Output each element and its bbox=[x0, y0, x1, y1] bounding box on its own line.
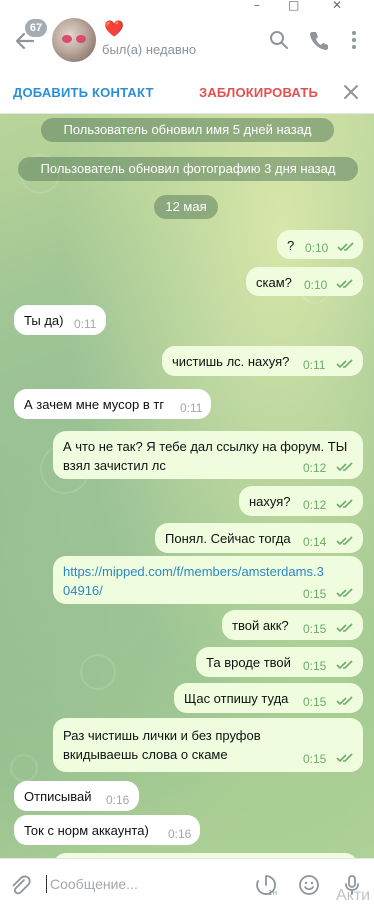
message-bubble-incoming[interactable]: Отписывай 0:16 bbox=[14, 781, 139, 811]
message-time: 0:15 bbox=[303, 587, 327, 601]
message-bubble-incoming[interactable]: А зачем мне мусор в тг 0:11 bbox=[14, 389, 211, 419]
message-text: Ты да) bbox=[24, 313, 64, 328]
minimize-button[interactable]: – bbox=[254, 0, 260, 12]
search-icon[interactable] bbox=[268, 29, 290, 51]
message-text: скам? bbox=[256, 275, 292, 290]
message-text: чистишь лс. нахуя? bbox=[172, 354, 290, 369]
message-time: 0:15 bbox=[303, 695, 327, 709]
message-time: 0:14 bbox=[303, 535, 327, 549]
maximize-button[interactable]: □ bbox=[288, 0, 299, 12]
wallpaper-doodle bbox=[10, 754, 38, 782]
message-time: 0:16 bbox=[106, 793, 130, 807]
message-bubble-outgoing[interactable]: нахуя? 0:12 bbox=[239, 486, 363, 516]
double-check-icon bbox=[336, 499, 353, 509]
message-time: 0:10 bbox=[304, 278, 328, 292]
message-text-line-1: А что не так? Я тебе дал ссылку на форум… bbox=[63, 439, 348, 454]
message-time: 0:10 bbox=[305, 241, 329, 255]
message-bubble-outgoing[interactable]: твой акк? 0:15 bbox=[222, 610, 363, 640]
message-bubble-outgoing[interactable]: Раз чистишь лички и без пруфов вкидываеш… bbox=[53, 718, 363, 772]
chat-area[interactable]: Пользователь обновил имя 5 дней назад По… bbox=[0, 114, 374, 858]
message-bubble-incoming[interactable]: Ток с норм аккаунта) 0:16 bbox=[14, 815, 200, 845]
double-check-icon bbox=[336, 588, 353, 598]
message-text: А зачем мне мусор в тг bbox=[24, 397, 165, 412]
message-time: 0:15 bbox=[303, 622, 327, 636]
message-bubble-outgoing[interactable]: Щас отпишу туда 0:15 bbox=[174, 683, 363, 713]
message-text: Отписывай bbox=[24, 789, 92, 804]
close-window-button[interactable]: ✕ bbox=[332, 0, 342, 12]
service-message-photo: Пользователь обновил фотографию 3 дня на… bbox=[18, 157, 358, 181]
message-bubble-outgoing[interactable]: Та вроде твой 0:15 bbox=[196, 647, 363, 677]
message-link[interactable]: https://mipped.com/f/members/amsterdams.… bbox=[63, 562, 353, 581]
text-caret bbox=[46, 875, 47, 893]
message-text: Понял. Сейчас тогда bbox=[165, 531, 291, 546]
block-button[interactable]: ЗАБЛОКИРОВАТЬ bbox=[199, 85, 318, 100]
chat-header: 67 ❤️ был(а) недавно bbox=[0, 14, 374, 70]
message-time: 0:11 bbox=[74, 317, 97, 331]
message-text: твой акк? bbox=[232, 618, 289, 633]
message-text: Ток с норм аккаунта) bbox=[24, 823, 149, 838]
double-check-icon bbox=[337, 242, 354, 252]
double-check-icon bbox=[336, 536, 353, 546]
contact-status: был(а) недавно bbox=[102, 42, 197, 57]
message-time: 0:15 bbox=[303, 659, 327, 673]
message-time: 0:12 bbox=[303, 461, 327, 475]
contact-action-bar: ДОБАВИТЬ КОНТАКТ ЗАБЛОКИРОВАТЬ bbox=[0, 70, 374, 114]
date-separator: 12 мая bbox=[154, 195, 218, 219]
double-check-icon bbox=[336, 623, 353, 633]
message-input-bar: Сообщение... 1н Акти bbox=[0, 858, 374, 910]
timer-icon[interactable]: 1н bbox=[254, 873, 278, 897]
avatar[interactable] bbox=[52, 18, 96, 62]
window-controls: – □ ✕ bbox=[0, 0, 374, 14]
message-text-line-1: Раз чистишь лички и без пруфов bbox=[63, 728, 261, 743]
message-text: Щас отпишу туда bbox=[184, 691, 289, 706]
message-time: 0:16 bbox=[168, 827, 192, 841]
activation-watermark: Акти bbox=[336, 887, 371, 904]
message-input[interactable]: Сообщение... bbox=[50, 876, 138, 892]
double-check-icon bbox=[336, 660, 353, 670]
add-contact-button[interactable]: ДОБАВИТЬ КОНТАКТ bbox=[13, 85, 154, 100]
double-check-icon bbox=[336, 359, 353, 369]
double-check-icon bbox=[336, 462, 353, 472]
close-icon[interactable] bbox=[341, 82, 361, 102]
avatar-glasses bbox=[62, 35, 86, 43]
message-bubble-outgoing[interactable]: ? 0:10 bbox=[277, 230, 363, 259]
wallpaper-doodle bbox=[80, 654, 116, 690]
message-time: 0:11 bbox=[180, 401, 203, 415]
message-text: ? bbox=[287, 238, 295, 253]
message-bubble-outgoing[interactable]: https://mipped.com/f/members/amsterdams.… bbox=[53, 556, 363, 604]
service-message-name: Пользователь обновил имя 5 дней назад bbox=[41, 118, 334, 142]
double-check-icon bbox=[336, 696, 353, 706]
message-bubble-incoming[interactable]: Ты да) 0:11 bbox=[14, 305, 106, 335]
message-time: 0:12 bbox=[303, 498, 327, 512]
message-time: 0:11 bbox=[303, 358, 326, 372]
message-text: Та вроде твой bbox=[206, 655, 291, 670]
paperclip-icon[interactable] bbox=[9, 873, 31, 897]
svg-text:1н: 1н bbox=[268, 889, 277, 897]
unread-badge: 67 bbox=[25, 19, 47, 37]
double-check-icon bbox=[336, 279, 353, 289]
contact-name[interactable]: ❤️ bbox=[104, 19, 124, 39]
message-time: 0:15 bbox=[303, 752, 327, 766]
more-vertical-icon[interactable] bbox=[343, 29, 365, 51]
emoji-icon[interactable] bbox=[297, 873, 321, 897]
phone-icon[interactable] bbox=[308, 29, 330, 51]
message-bubble-outgoing[interactable]: чистишь лс. нахуя? 0:11 bbox=[162, 346, 363, 376]
double-check-icon bbox=[336, 753, 353, 763]
message-bubble-outgoing[interactable]: скам? 0:10 bbox=[246, 267, 363, 296]
message-text: нахуя? bbox=[249, 494, 291, 509]
message-bubble-outgoing[interactable]: А что не так? Я тебе дал ссылку на форум… bbox=[53, 431, 363, 479]
message-bubble-outgoing[interactable]: Понял. Сейчас тогда 0:14 bbox=[155, 523, 363, 553]
